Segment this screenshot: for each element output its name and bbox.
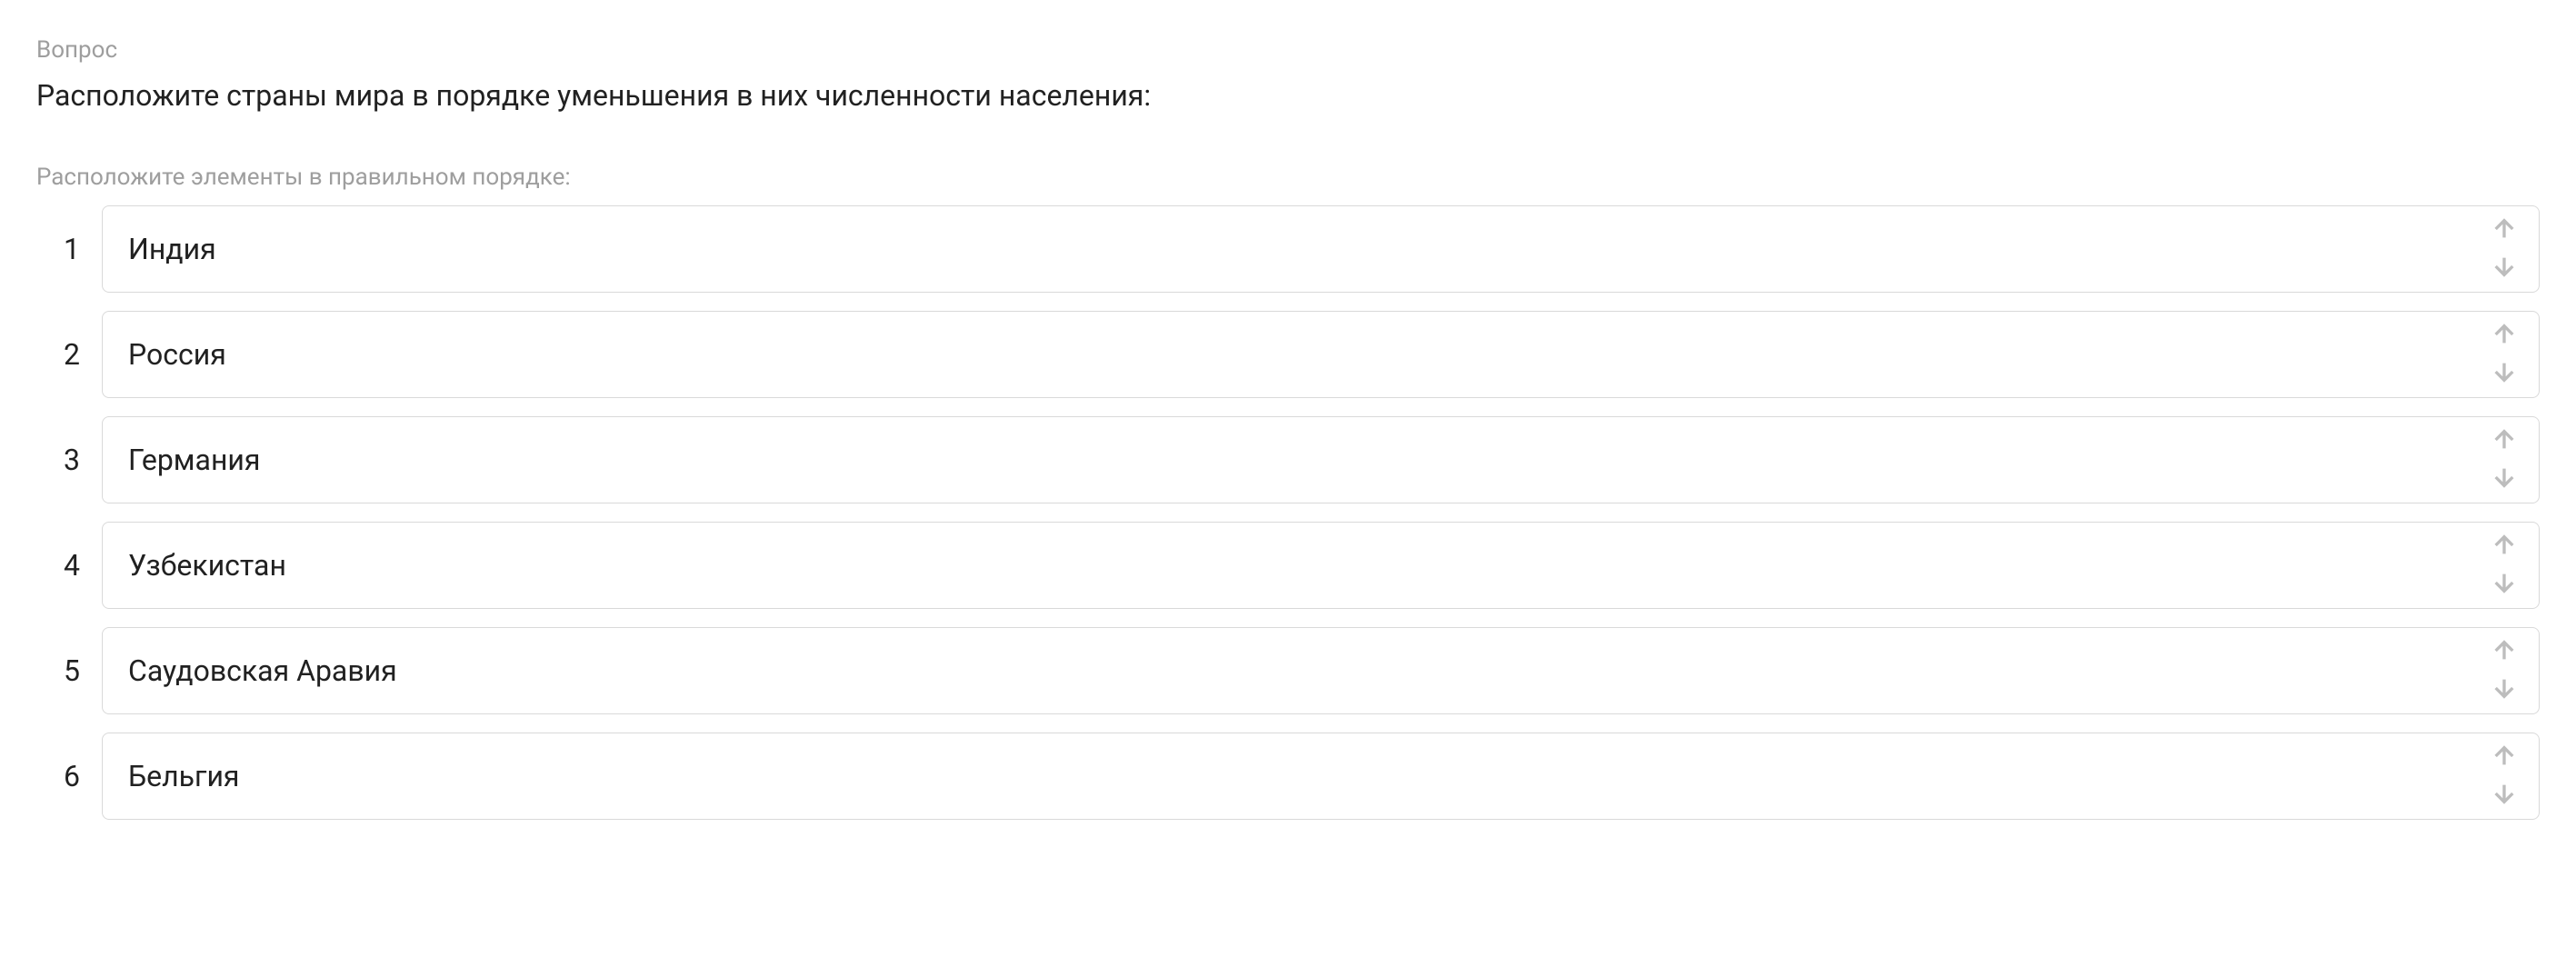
question-label: Вопрос [36,36,2540,64]
sort-row: 5 Саудовская Аравия [36,627,2540,714]
arrow-controls [2486,634,2522,707]
sort-row: 4 Узбекистан [36,522,2540,609]
move-down-button[interactable] [2486,250,2522,285]
arrow-up-icon [2490,320,2519,352]
arrow-up-icon [2490,531,2519,563]
move-down-button[interactable] [2486,672,2522,707]
sort-row: 2 Россия [36,311,2540,398]
arrow-up-icon [2490,636,2519,668]
arrow-up-icon [2490,742,2519,773]
move-down-button[interactable] [2486,566,2522,602]
arrow-down-icon [2490,779,2519,811]
row-number: 4 [36,548,80,583]
arrow-down-icon [2490,357,2519,389]
question-text: Расположите страны мира в порядке уменьш… [36,78,2540,113]
arrow-controls [2486,424,2522,496]
row-number: 1 [36,232,80,266]
item-label: Саудовская Аравия [128,653,397,688]
move-up-button[interactable] [2486,318,2522,354]
sort-list: 1 Индия 2 Россия [36,205,2540,820]
sort-item[interactable]: Саудовская Аравия [102,627,2540,714]
sort-item[interactable]: Германия [102,416,2540,503]
item-label: Индия [128,232,216,266]
move-up-button[interactable] [2486,740,2522,775]
row-number: 6 [36,759,80,793]
sort-row: 3 Германия [36,416,2540,503]
move-down-button[interactable] [2486,355,2522,391]
arrow-up-icon [2490,214,2519,246]
arrow-down-icon [2490,463,2519,494]
item-label: Россия [128,337,226,372]
arrow-controls [2486,318,2522,391]
move-down-button[interactable] [2486,461,2522,496]
move-down-button[interactable] [2486,777,2522,812]
sort-item[interactable]: Индия [102,205,2540,293]
item-label: Узбекистан [128,548,286,583]
sort-item[interactable]: Россия [102,311,2540,398]
arrow-down-icon [2490,568,2519,600]
move-up-button[interactable] [2486,213,2522,248]
arrow-controls [2486,740,2522,812]
sort-row: 1 Индия [36,205,2540,293]
arrow-down-icon [2490,673,2519,705]
move-up-button[interactable] [2486,424,2522,459]
arrow-up-icon [2490,425,2519,457]
move-up-button[interactable] [2486,529,2522,564]
arrow-controls [2486,213,2522,285]
row-number: 5 [36,653,80,688]
move-up-button[interactable] [2486,634,2522,670]
sort-row: 6 Бельгия [36,733,2540,820]
sort-item[interactable]: Узбекистан [102,522,2540,609]
item-label: Германия [128,443,260,477]
row-number: 2 [36,337,80,372]
row-number: 3 [36,443,80,477]
item-label: Бельгия [128,759,239,793]
arrow-down-icon [2490,252,2519,284]
arrow-controls [2486,529,2522,602]
instruction-label: Расположите элементы в правильном порядк… [36,164,2540,191]
sort-item[interactable]: Бельгия [102,733,2540,820]
